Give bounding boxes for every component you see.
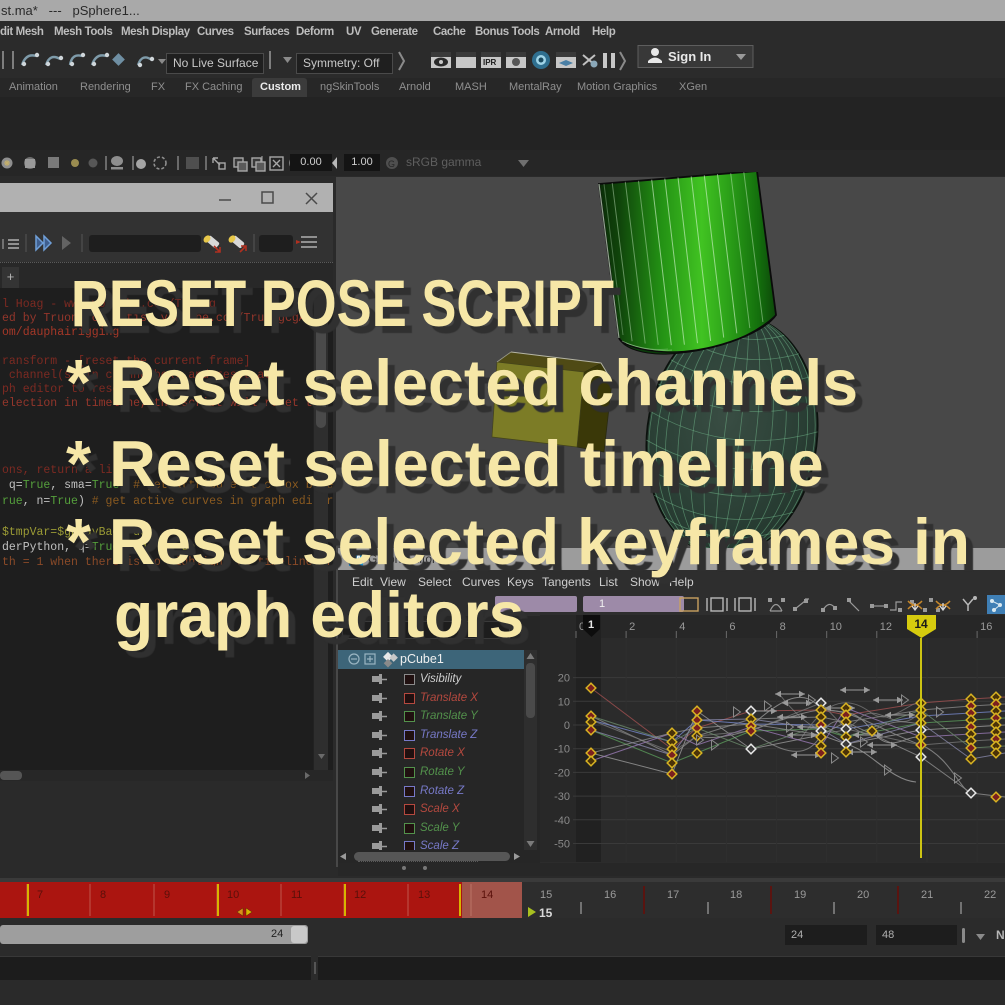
svg-text:19: 19 [794,889,806,901]
svg-text:4: 4 [679,621,685,633]
svg-text:8: 8 [780,621,786,633]
svg-text:14: 14 [914,617,928,631]
svg-text:10: 10 [558,696,570,708]
svg-text:2: 2 [629,621,635,633]
svg-text:-30: -30 [554,791,570,803]
svg-text:22: 22 [984,889,996,901]
svg-text:0: 0 [564,720,570,732]
svg-text:1: 1 [588,619,594,631]
svg-text:20: 20 [857,889,869,901]
svg-text:10: 10 [830,621,842,633]
svg-text:13: 13 [418,889,430,901]
svg-text:12: 12 [354,889,366,901]
svg-text:16: 16 [980,621,992,633]
svg-text:10: 10 [227,889,239,901]
svg-text:9: 9 [164,889,170,901]
svg-text:12: 12 [880,621,892,633]
svg-text:-10: -10 [554,744,570,756]
svg-text:21: 21 [921,889,933,901]
svg-text:G: G [388,159,395,169]
svg-text:-40: -40 [554,815,570,827]
svg-text:17: 17 [667,889,679,901]
svg-text:-20: -20 [554,767,570,779]
svg-text:7: 7 [37,889,43,901]
svg-text:15: 15 [539,906,553,918]
svg-text:8: 8 [100,889,106,901]
svg-text:18: 18 [730,889,742,901]
svg-text:15: 15 [540,889,552,901]
svg-text:Sign In: Sign In [668,49,711,64]
svg-text:14: 14 [481,889,493,901]
svg-text:IPR: IPR [483,58,497,67]
svg-text:6: 6 [729,621,735,633]
svg-text:16: 16 [604,889,616,901]
svg-text:11: 11 [291,889,302,901]
svg-text:-50: -50 [554,839,570,851]
svg-text:20: 20 [558,673,570,685]
